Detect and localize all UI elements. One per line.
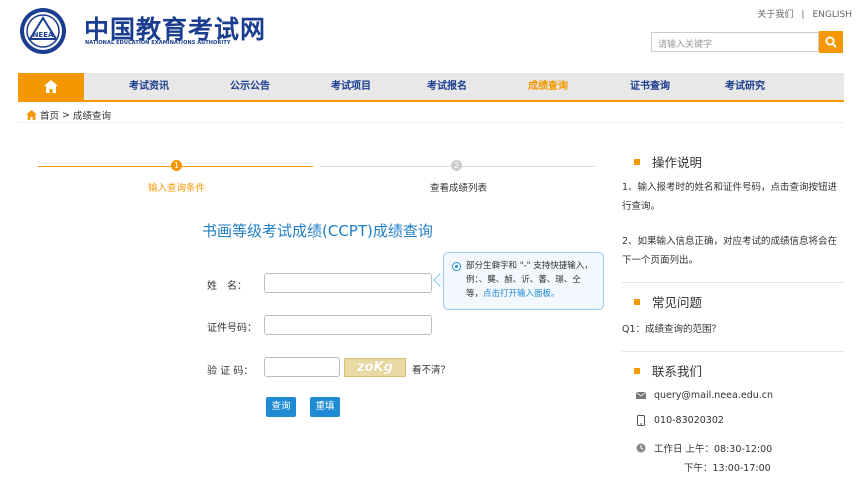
faq-heading: 常见问题 <box>634 292 702 311</box>
step-2-label: 查看成绩列表 <box>430 183 488 194</box>
mail-icon <box>634 392 648 399</box>
captcha-image[interactable]: zoKg <box>344 358 406 377</box>
phone-icon <box>634 415 648 426</box>
email-text[interactable]: query@mail.neea.edu.cn <box>654 390 773 401</box>
id-number-input[interactable] <box>264 315 432 335</box>
captcha-input[interactable] <box>264 357 340 377</box>
name-input[interactable] <box>264 273 432 293</box>
input-help-tooltip: 部分生僻字和 "-" 支持快捷输入，例：、龑、赪、䜣、萫、璟、仝等，点击打开输入… <box>443 252 604 310</box>
contact-hours-pm: 下午：13:00-17:00 <box>684 460 771 474</box>
bullet-square-icon <box>634 298 640 305</box>
phone-text: 010-83020302 <box>654 415 724 426</box>
site-header: NEEA 中国教育考试网 NATIONAL EDUCATION EXAMINAT… <box>0 0 864 70</box>
contact-heading: 联系我们 <box>634 361 702 380</box>
hours-pm-text: 下午：13:00-17:00 <box>684 463 771 474</box>
instruction-1: 1、输入报考时的姓名和证件号码，点击查询按钮进行查询。 <box>622 182 838 212</box>
query-button[interactable]: 查询 <box>266 397 296 417</box>
form-title: 书画等级考试成绩(CCPT)成绩查询 <box>202 222 433 240</box>
nav-item-announcements[interactable]: 公示公告 <box>230 73 270 100</box>
faq-item-1[interactable]: Q1：成绩查询的范围？ <box>622 320 844 339</box>
hours-am-text: 工作日 上午：08:30-12:00 <box>654 444 773 455</box>
captcha-refresh-link[interactable]: 看不清？ <box>412 362 450 376</box>
breadcrumb-current: 成绩查询 <box>72 111 111 122</box>
breadcrumb-home-link[interactable]: 首页 <box>40 108 59 122</box>
bullet-square-icon <box>634 367 640 374</box>
contact-phone: 010-83020302 <box>634 415 724 426</box>
link-separator: | <box>801 10 805 20</box>
id-number-label: 证件号码： <box>207 323 257 334</box>
nav-home-button[interactable] <box>18 73 84 100</box>
logo-badge-text: NEEA <box>33 31 54 39</box>
open-input-panel-link[interactable]: 点击打开输入面板。 <box>483 289 560 299</box>
top-links: 关于我们 | ENGLISH <box>753 7 856 20</box>
faq-title: 常见问题 <box>652 295 703 310</box>
instruction-2: 2、如果输入信息正确，对应考试的成绩信息将会在下一个页面列出。 <box>622 236 838 266</box>
contact-hours-am: 工作日 上午：08:30-12:00 <box>634 441 772 455</box>
bullet-square-icon <box>634 158 640 165</box>
name-label: 姓 名： <box>207 281 247 292</box>
breadcrumb-home-icon <box>26 110 37 120</box>
contact-title: 联系我们 <box>652 364 703 379</box>
main-nav: 考试资讯 公示公告 考试项目 考试报名 成绩查询 证书查询 考试研究 <box>18 73 844 102</box>
clock-icon <box>634 443 648 453</box>
step-1-label: 输入查询条件 <box>148 183 206 194</box>
sidebar-divider <box>622 282 844 283</box>
step-2-indicator: 2 <box>451 160 462 171</box>
search-button[interactable] <box>819 31 843 53</box>
search-icon <box>825 36 837 48</box>
step-1-indicator: 1 <box>171 160 182 171</box>
site-title-en: NATIONAL EDUCATION EXAMINATIONS AUTHORIT… <box>85 40 231 46</box>
nav-item-score-query[interactable]: 成绩查询 <box>528 73 568 100</box>
english-link[interactable]: ENGLISH <box>812 10 852 20</box>
nav-item-exam-news[interactable]: 考试资讯 <box>129 73 169 100</box>
nav-item-exam-programs[interactable]: 考试项目 <box>331 73 371 100</box>
breadcrumb-separator: > <box>62 109 70 121</box>
instructions-title: 操作说明 <box>652 155 703 170</box>
nav-item-exam-research[interactable]: 考试研究 <box>725 73 765 100</box>
info-radio-icon <box>452 262 461 271</box>
search-input[interactable]: 请输入关键字 <box>651 32 819 52</box>
nav-item-certificate-query[interactable]: 证书查询 <box>630 73 670 100</box>
captcha-label: 验 证 码： <box>207 366 254 377</box>
neea-logo-icon[interactable]: NEEA <box>18 6 68 56</box>
about-link[interactable]: 关于我们 <box>757 10 793 20</box>
contact-email: query@mail.neea.edu.cn <box>634 390 773 401</box>
instructions-heading: 操作说明 <box>634 152 702 171</box>
breadcrumb: 首页 > 成绩查询 <box>26 108 111 122</box>
home-icon <box>44 80 58 93</box>
sidebar-divider <box>622 351 844 352</box>
breadcrumb-divider <box>18 122 844 123</box>
nav-item-registration[interactable]: 考试报名 <box>427 73 467 100</box>
reset-button[interactable]: 重填 <box>310 397 340 417</box>
